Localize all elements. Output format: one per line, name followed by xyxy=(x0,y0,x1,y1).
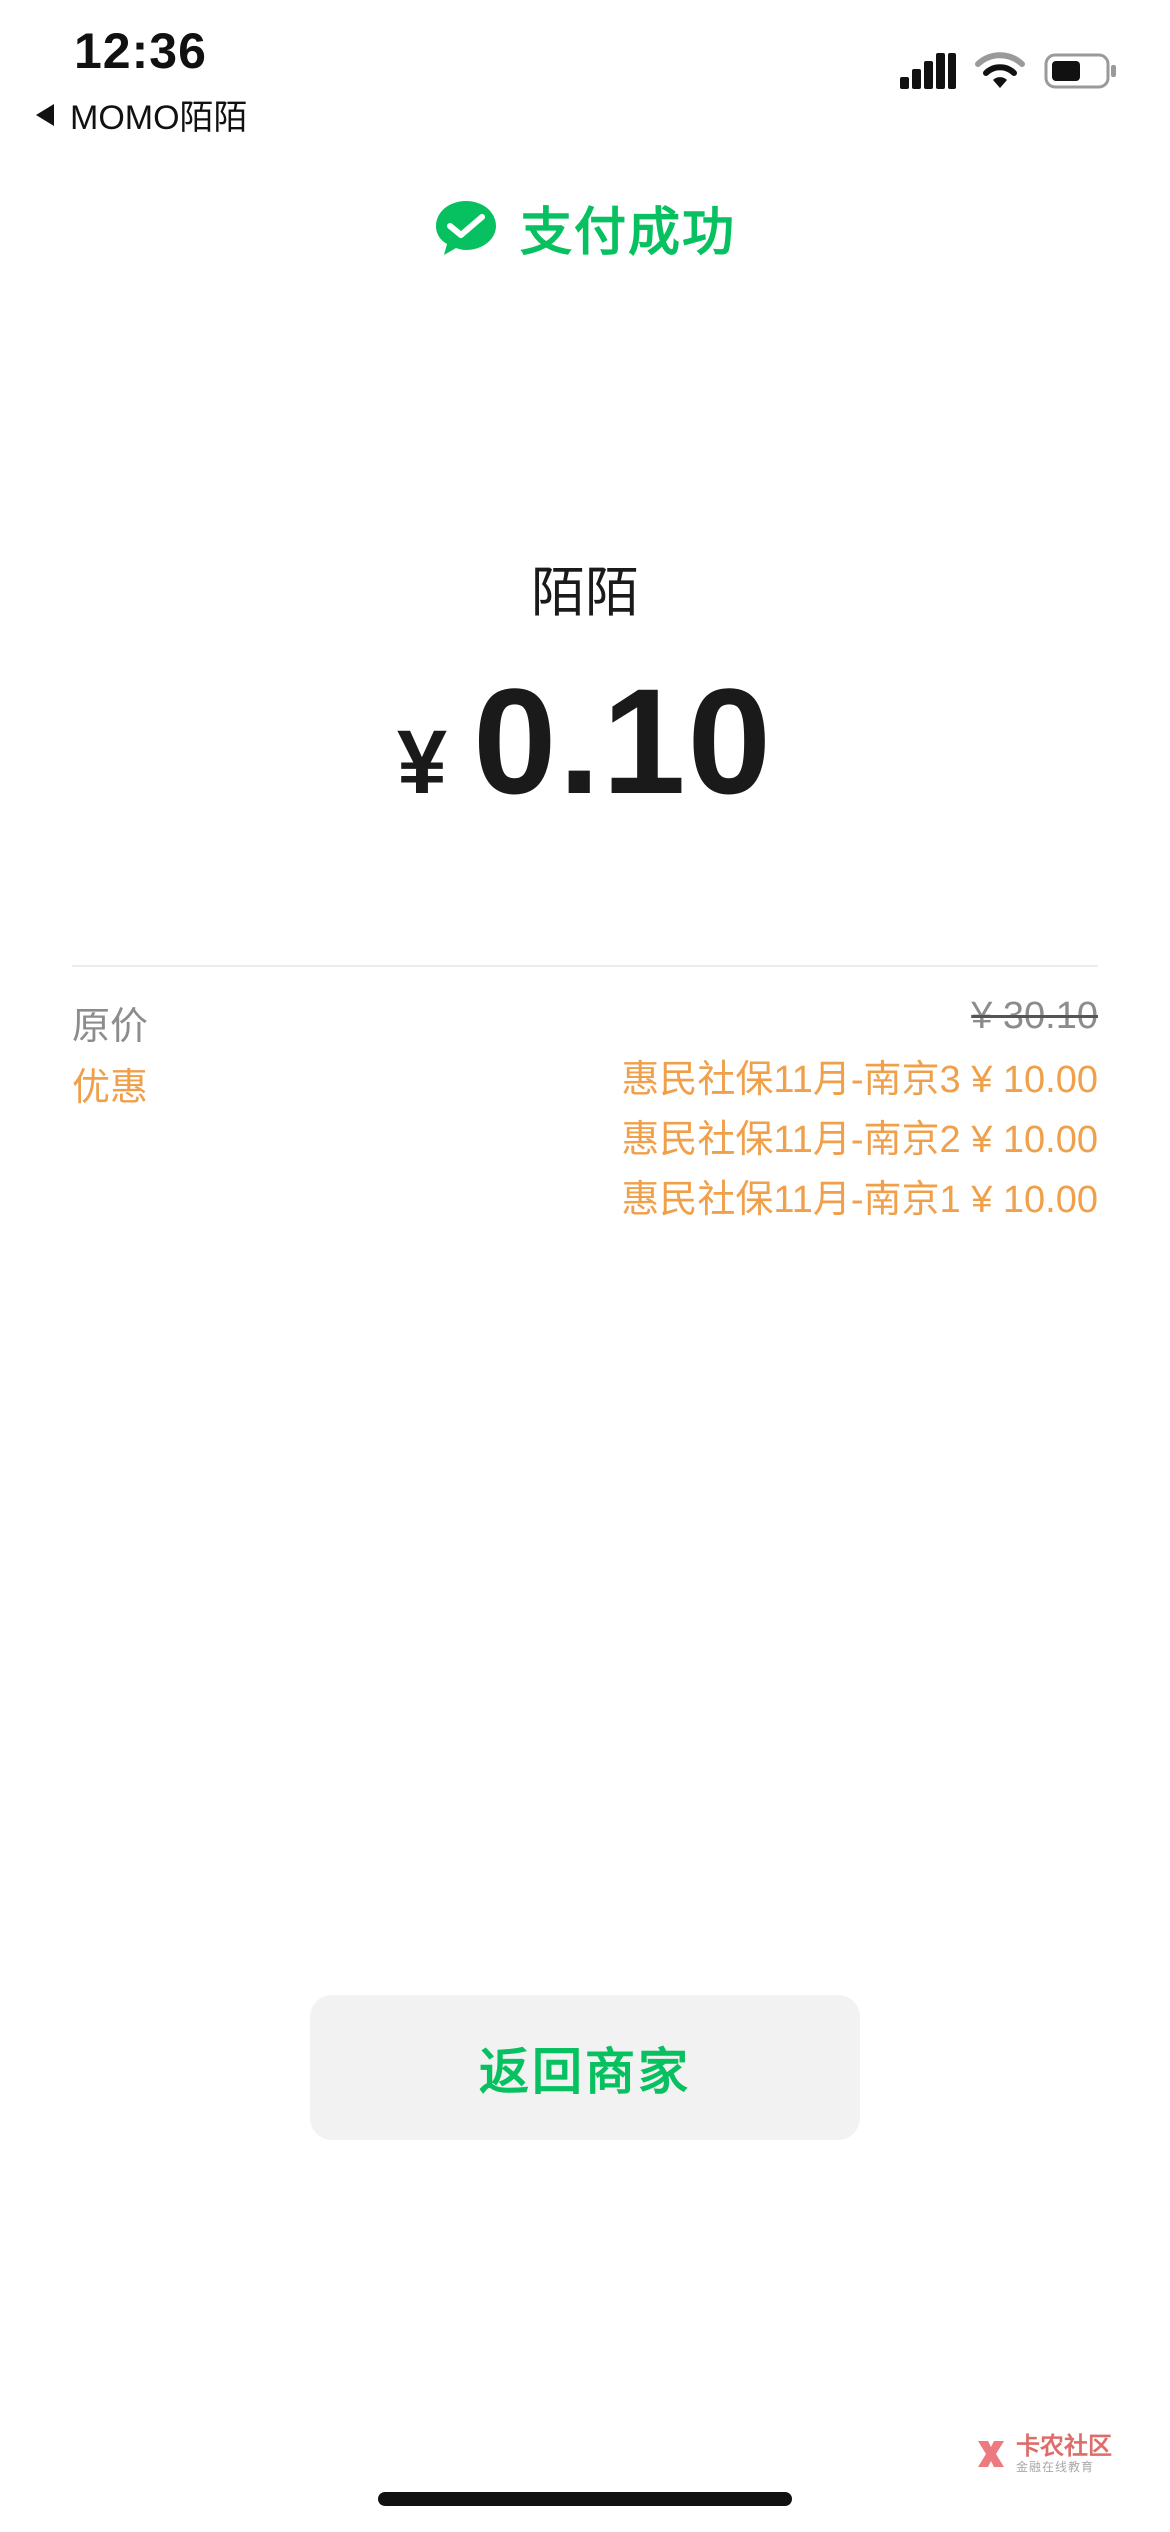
payment-amount: ¥ 0.10 xyxy=(0,655,1170,828)
page-title: 支付成功 xyxy=(519,204,736,262)
currency-symbol: ¥ xyxy=(396,713,448,813)
discount-item: 惠民社保11月-南京2 ¥ 10.00 xyxy=(621,1119,1098,1161)
home-indicator[interactable] xyxy=(378,2492,792,2506)
payment-success-header: 支付成功 xyxy=(0,190,1170,265)
divider xyxy=(72,965,1098,967)
discount-item: 惠民社保11月-南京1 ¥ 10.00 xyxy=(621,1179,1098,1221)
status-icons xyxy=(900,52,1118,90)
original-price-label: 原价 xyxy=(72,1006,149,1048)
discount-item: 惠民社保11月-南京3 ¥ 10.00 xyxy=(621,1059,1098,1101)
original-price-value: ¥ 30.10 xyxy=(971,995,1098,1037)
cellular-signal-icon xyxy=(900,53,956,89)
amount-value: 0.10 xyxy=(473,657,773,825)
back-to-app-link[interactable]: MOMO陌陌 xyxy=(36,90,248,139)
kanong-logo-icon xyxy=(978,2441,1004,2468)
watermark-title: 卡农社区 xyxy=(1016,2433,1112,2461)
original-price-row: 原价 ¥ 30.10 xyxy=(72,995,1098,1055)
discount-label: 优惠 xyxy=(72,1067,149,1109)
watermark: 卡农社区 金融在线教育 xyxy=(974,2434,1112,2474)
return-to-merchant-button[interactable]: 返回商家 xyxy=(310,1995,860,2140)
discount-row: 优惠 惠民社保11月-南京3 ¥ 10.00 惠民社保11月-南京2 ¥ 10.… xyxy=(72,1050,1098,1250)
status-time: 12:36 xyxy=(74,23,207,79)
discount-list: 惠民社保11月-南京3 ¥ 10.00 惠民社保11月-南京2 ¥ 10.00 … xyxy=(621,1050,1098,1230)
wechat-pay-check-icon xyxy=(435,200,496,255)
wifi-icon xyxy=(975,52,1025,88)
back-triangle-icon xyxy=(36,103,54,126)
watermark-subtitle: 金融在线教育 xyxy=(1016,2459,1095,2474)
back-app-label: MOMO陌陌 xyxy=(70,99,248,137)
merchant-name: 陌陌 xyxy=(531,563,639,623)
battery-icon xyxy=(1044,53,1116,89)
